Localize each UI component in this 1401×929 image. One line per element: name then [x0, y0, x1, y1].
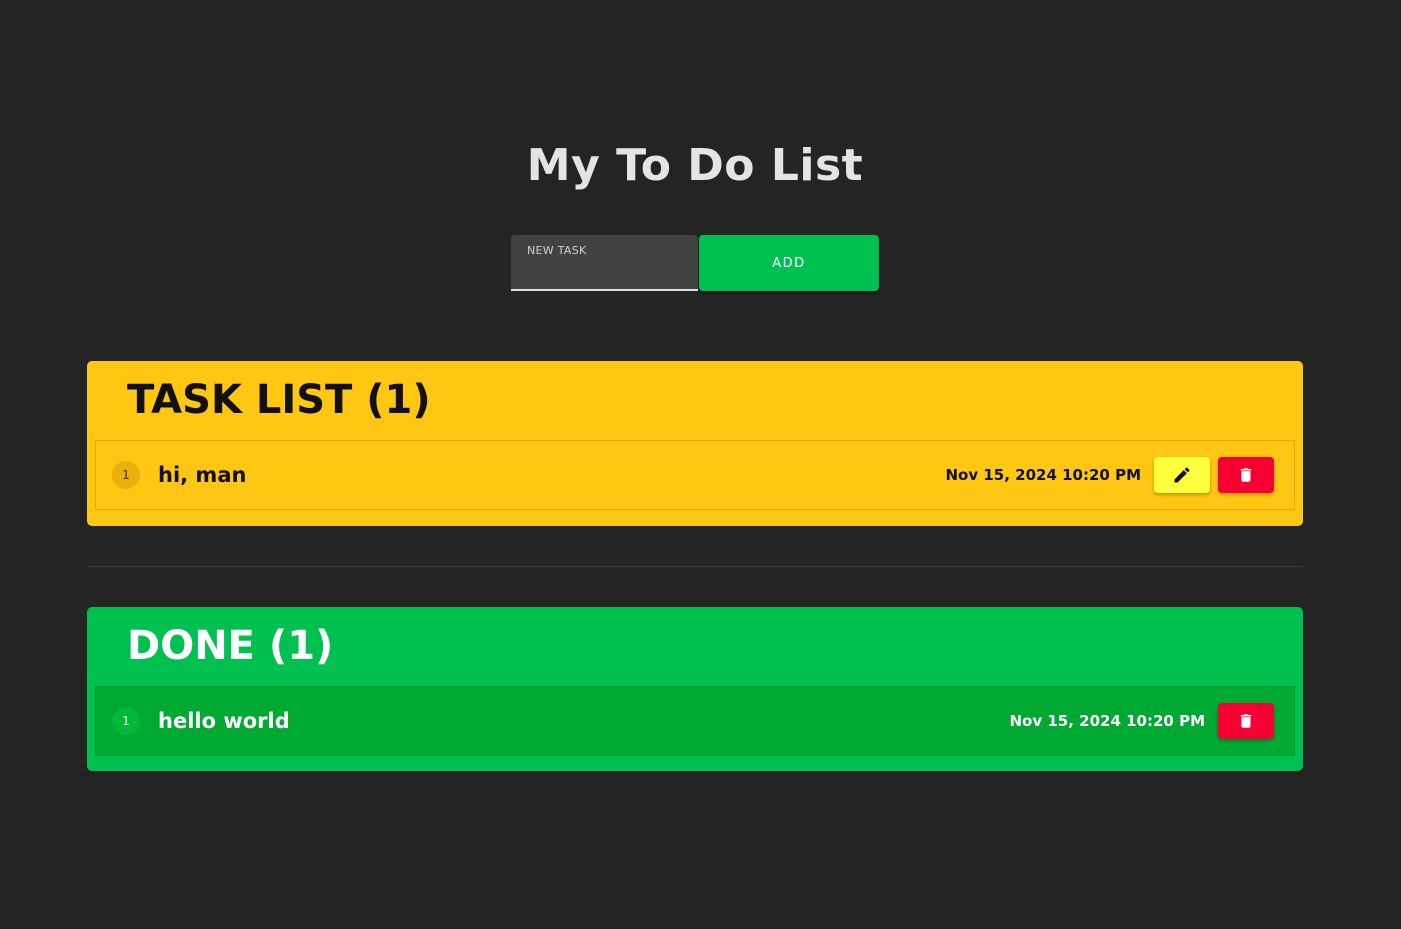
add-task-form: NEW TASK ADD [511, 235, 879, 291]
done-list-card: DONE (1) 1 hello world Nov 15, 2024 10:2… [87, 607, 1303, 771]
task-date: Nov 15, 2024 10:20 PM [945, 466, 1141, 484]
delete-task-button[interactable] [1218, 457, 1274, 493]
task-list-card: TASK LIST (1) 1 hi, man Nov 15, 2024 10:… [87, 361, 1303, 526]
new-task-label: NEW TASK [527, 244, 587, 257]
done-list-title: DONE (1) [127, 623, 334, 669]
edit-task-button[interactable] [1154, 457, 1210, 493]
pencil-icon [1172, 465, 1192, 485]
new-task-field[interactable]: NEW TASK [511, 235, 698, 291]
page-title: My To Do List [526, 140, 864, 191]
task-item: 1 hi, man Nov 15, 2024 10:20 PM [95, 440, 1295, 510]
done-date: Nov 15, 2024 10:20 PM [1009, 712, 1205, 730]
add-button[interactable]: ADD [699, 235, 879, 291]
section-divider [87, 566, 1303, 567]
task-text: hi, man [158, 463, 247, 487]
delete-done-button[interactable] [1218, 703, 1274, 739]
task-index-badge: 1 [112, 461, 140, 489]
done-text: hello world [158, 709, 290, 733]
new-task-input[interactable] [527, 259, 688, 283]
done-index-badge: 1 [112, 707, 140, 735]
trash-icon [1237, 466, 1255, 484]
trash-icon [1237, 712, 1255, 730]
todo-app: My To Do List NEW TASK ADD TASK LIST (1)… [0, 0, 1401, 929]
done-item: 1 hello world Nov 15, 2024 10:20 PM [95, 686, 1295, 756]
task-list-title: TASK LIST (1) [127, 377, 431, 423]
